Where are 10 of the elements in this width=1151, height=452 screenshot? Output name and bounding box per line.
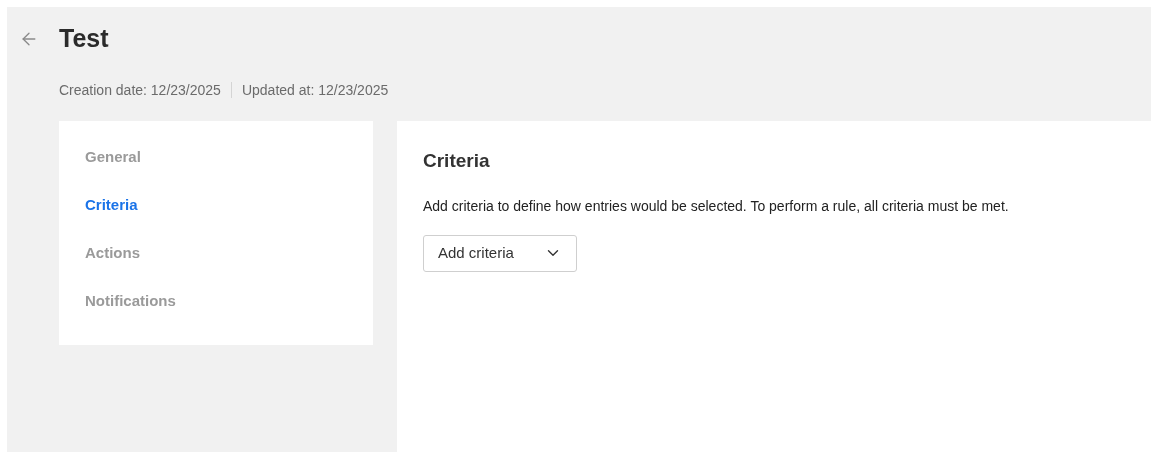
sidebar-item[interactable]: Notifications bbox=[85, 291, 176, 311]
sidebar-item[interactable]: General bbox=[85, 147, 141, 167]
sidebar-item[interactable]: Criteria bbox=[85, 195, 138, 215]
creation-date: Creation date: 12/23/2025 bbox=[59, 80, 221, 100]
section-description: Add criteria to define how entries would be selected. To perform a rule, all criteria must be met. bbox=[423, 196, 1010, 216]
add-criteria-dropdown[interactable]: Add criteria bbox=[423, 234, 577, 272]
section-title: Criteria bbox=[423, 149, 491, 173]
page-title: Test bbox=[59, 23, 109, 55]
updated-date: Updated at: 12/23/2025 bbox=[241, 80, 389, 100]
sidebar-item[interactable]: Actions bbox=[85, 243, 140, 263]
